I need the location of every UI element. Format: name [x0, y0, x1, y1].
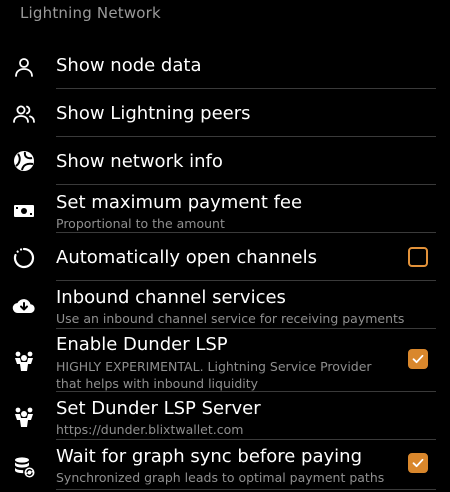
show-lightning-peers-label: Show Lightning peers	[56, 103, 251, 124]
lsp-icon	[11, 348, 37, 374]
inbound-channel-services-subtitle: Use an inbound channel service for recei…	[56, 311, 405, 326]
loading-circle-icon	[11, 245, 37, 271]
auto-open-channels-item[interactable]: Automatically open channels	[0, 233, 450, 281]
inbound-channel-services-label: Inbound channel services	[56, 287, 286, 308]
show-node-data-label: Show node data	[56, 55, 202, 76]
set-dunder-lsp-server-item[interactable]: Set Dunder LSP Server https://dunder.bli…	[0, 392, 450, 440]
auto-open-channels-checkbox[interactable]	[408, 247, 428, 267]
database-sync-icon	[11, 454, 37, 480]
globe-icon	[11, 148, 37, 174]
enable-dunder-lsp-item[interactable]: Enable Dunder LSP HIGHLY EXPERIMENTAL. L…	[0, 329, 450, 392]
settings-list: Show node data Show Lightning peers Show…	[0, 42, 450, 490]
set-max-payment-fee-item[interactable]: Set maximum payment fee Proportional to …	[0, 185, 450, 233]
wait-for-graph-sync-item[interactable]: Wait for graph sync before paying Synchr…	[0, 440, 450, 490]
wait-for-graph-sync-subtitle: Synchronized graph leads to optimal paym…	[56, 470, 385, 485]
cloud-download-icon	[11, 293, 37, 319]
show-lightning-peers-item[interactable]: Show Lightning peers	[0, 89, 450, 137]
divider	[56, 489, 436, 490]
set-dunder-lsp-server-label: Set Dunder LSP Server	[56, 398, 261, 419]
wait-for-graph-sync-label: Wait for graph sync before paying	[56, 446, 362, 467]
enable-dunder-lsp-label: Enable Dunder LSP	[56, 334, 228, 355]
money-icon	[11, 198, 37, 224]
set-max-payment-fee-label: Set maximum payment fee	[56, 192, 303, 213]
inbound-channel-services-item[interactable]: Inbound channel services Use an inbound …	[0, 281, 450, 329]
show-network-info-item[interactable]: Show network info	[0, 137, 450, 185]
set-dunder-lsp-server-subtitle: https://dunder.blixtwallet.com	[56, 422, 244, 437]
show-node-data-item[interactable]: Show node data	[0, 42, 450, 89]
enable-dunder-lsp-subtitle: HIGHLY EXPERIMENTAL. Lightning Service P…	[56, 359, 372, 391]
set-max-payment-fee-subtitle: Proportional to the amount	[56, 216, 225, 231]
show-network-info-label: Show network info	[56, 151, 223, 172]
person-icon	[11, 54, 37, 80]
lsp-icon	[11, 404, 37, 430]
section-title: Lightning Network	[20, 4, 161, 22]
people-icon	[11, 101, 37, 127]
wait-for-graph-sync-checkbox[interactable]	[408, 453, 428, 473]
auto-open-channels-label: Automatically open channels	[56, 247, 317, 268]
enable-dunder-lsp-checkbox[interactable]	[408, 349, 428, 369]
